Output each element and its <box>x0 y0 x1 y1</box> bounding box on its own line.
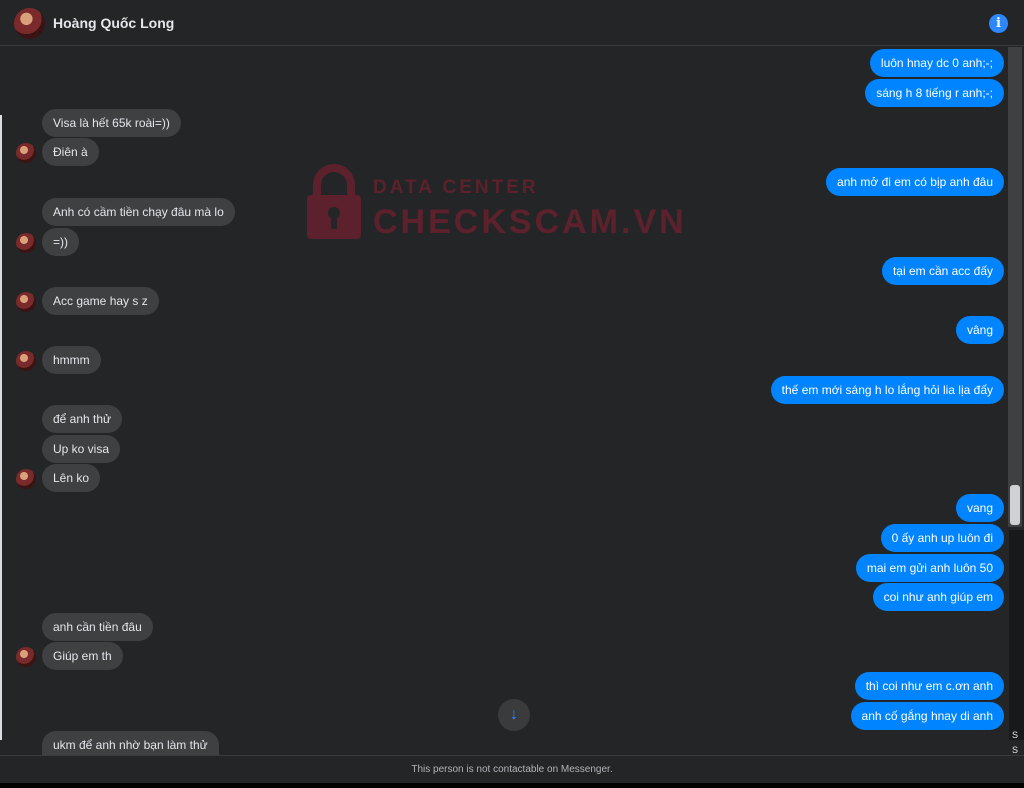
received-message[interactable]: Visa là hết 65k roài=)) <box>42 109 181 137</box>
contact-avatar-small <box>16 351 36 371</box>
received-message[interactable]: Acc game hay s z <box>42 287 159 315</box>
received-message[interactable]: ukm để anh nhờ bạn làm thử <box>42 731 219 755</box>
sent-message[interactable]: vang <box>955 494 1004 522</box>
contact-unavailable-notice: This person is not contactable on Messen… <box>0 755 1024 783</box>
contact-avatar[interactable] <box>14 8 45 39</box>
side-panel-edge: S S <box>1009 530 1024 755</box>
sent-message[interactable]: thế em mới sáng h lo lắng hỏi lia lịa đấ… <box>770 376 1004 404</box>
window-bottom-edge <box>0 783 1024 788</box>
side-panel-text: S <box>1012 745 1019 755</box>
contact-avatar-small <box>16 143 36 163</box>
sent-message[interactable]: thì coi như em c.ơn anh <box>854 672 1004 700</box>
side-panel-text: S <box>1012 730 1019 740</box>
received-message[interactable]: để anh thử <box>42 405 123 433</box>
received-message[interactable]: =)) <box>42 228 79 256</box>
received-message[interactable]: Anh có cầm tiền chạy đâu mà lo <box>42 198 235 226</box>
notice-text: This person is not contactable on Messen… <box>411 764 613 775</box>
sent-message[interactable]: sáng h 8 tiếng r anh;-; <box>865 79 1004 107</box>
sent-message[interactable]: mai em gửi anh luôn 50 <box>855 554 1004 582</box>
scroll-to-bottom-button[interactable]: ↓ <box>498 699 530 731</box>
contact-name[interactable]: Hoàng Quốc Long <box>53 15 174 31</box>
watermark-subtitle: DATA CENTER <box>373 177 539 198</box>
contact-avatar-small <box>16 233 36 253</box>
sent-message[interactable]: luôn hnay dc 0 anh;-; <box>869 49 1004 77</box>
scrollbar-track[interactable] <box>1008 47 1022 527</box>
sent-message[interactable]: coi như anh giúp em <box>872 583 1004 611</box>
received-message[interactable]: anh cần tiền đâu <box>42 613 153 641</box>
sent-message[interactable]: anh mở đi em có bịp anh đâu <box>826 168 1004 196</box>
received-message[interactable]: Giúp em th <box>42 642 123 670</box>
info-icon[interactable]: i <box>989 14 1008 33</box>
contact-avatar-small <box>16 647 36 667</box>
contact-avatar-small <box>16 292 36 312</box>
lock-icon <box>307 164 361 239</box>
scrollbar-thumb[interactable] <box>1010 485 1020 525</box>
watermark-title: CHECKSCAM.VN <box>373 203 687 241</box>
received-message[interactable]: Điên à <box>42 138 99 166</box>
arrow-down-icon: ↓ <box>510 706 518 723</box>
received-message[interactable]: Lên ko <box>42 464 101 492</box>
received-message[interactable]: Up ko visa <box>42 435 121 463</box>
sent-message[interactable]: anh cố gắng hnay di anh <box>850 702 1004 730</box>
contact-avatar-small <box>16 469 36 489</box>
received-message[interactable]: hmmm <box>42 346 101 374</box>
sent-message[interactable]: tại em cần acc đấy <box>881 257 1004 285</box>
sent-message[interactable]: vâng <box>955 316 1004 344</box>
sent-message[interactable]: 0 ấy anh up luôn đi <box>880 524 1004 552</box>
left-edge-divider <box>0 115 2 740</box>
conversation-header: Hoàng Quốc Long i <box>0 0 1024 46</box>
